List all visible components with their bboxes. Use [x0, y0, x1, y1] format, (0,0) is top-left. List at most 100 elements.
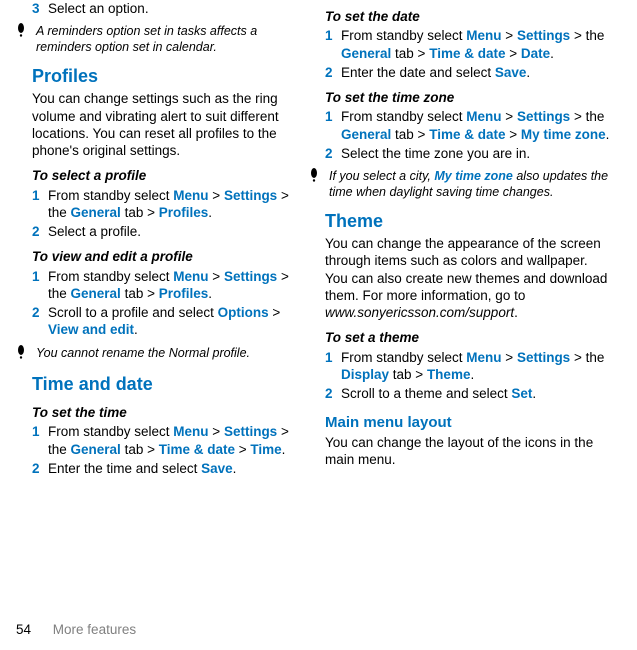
- step-text: Scroll to a theme and select Set.: [341, 385, 610, 402]
- settings-link: Settings: [224, 188, 277, 203]
- text: > the: [570, 350, 604, 365]
- step-text: Enter the date and select Save.: [341, 64, 610, 81]
- text: From standby select: [341, 109, 466, 124]
- settings-link: Settings: [517, 28, 570, 43]
- note-normal-profile: You cannot rename the Normal profile.: [16, 345, 301, 363]
- text: From standby select: [341, 28, 466, 43]
- url-text: www.sonyericsson.com/support: [325, 305, 514, 320]
- text: > the: [570, 109, 604, 124]
- step-number: 1: [32, 268, 48, 303]
- menu-link: Menu: [466, 109, 501, 124]
- step-ve-2: 2 Scroll to a profile and select Options…: [16, 304, 301, 339]
- heading-profiles: Profiles: [16, 65, 301, 88]
- text: tab >: [121, 205, 159, 220]
- heading-select-profile: To select a profile: [16, 167, 301, 184]
- heading-view-edit-profile: To view and edit a profile: [16, 248, 301, 265]
- text: From standby select: [48, 188, 173, 203]
- text: >: [502, 28, 517, 43]
- step-3: 3 Select an option.: [16, 0, 301, 17]
- text: >: [505, 46, 520, 61]
- heading-set-date: To set the date: [325, 8, 610, 25]
- step-sd-1: 1 From standby select Menu > Settings > …: [325, 27, 610, 62]
- step-text: Select the time zone you are in.: [341, 145, 610, 162]
- text: From standby select: [48, 424, 173, 439]
- step-st-2: 2 Enter the time and select Save.: [16, 460, 301, 477]
- general-link: General: [341, 46, 391, 61]
- save-link: Save: [495, 65, 527, 80]
- text: From standby select: [341, 350, 466, 365]
- step-sth-1: 1 From standby select Menu > Settings > …: [325, 349, 610, 384]
- text: You can change the appearance of the scr…: [325, 236, 607, 303]
- step-number: 1: [32, 187, 48, 222]
- step-tz-1: 1 From standby select Menu > Settings > …: [325, 108, 610, 143]
- step-tz-2: 2 Select the time zone you are in.: [325, 145, 610, 162]
- text: .: [282, 442, 286, 457]
- theme-link: Theme: [427, 367, 471, 382]
- text: >: [502, 109, 517, 124]
- step-text: From standby select Menu > Settings > th…: [48, 187, 301, 222]
- profiles-paragraph: You can change settings such as the ring…: [16, 90, 301, 159]
- text: .: [606, 127, 610, 142]
- timedate-link: Time & date: [429, 46, 505, 61]
- text: .: [470, 367, 474, 382]
- text: .: [550, 46, 554, 61]
- info-icon: [16, 23, 36, 55]
- text: >: [502, 350, 517, 365]
- text: tab >: [391, 46, 429, 61]
- note-timezone: If you select a city, My time zone also …: [309, 168, 610, 200]
- settings-link: Settings: [224, 269, 277, 284]
- step-number: 1: [325, 27, 341, 62]
- step-number: 3: [32, 0, 48, 17]
- mytimezone-link: My time zone: [434, 169, 513, 183]
- text: From standby select: [48, 269, 173, 284]
- step-number: 1: [325, 349, 341, 384]
- note-text: A reminders option set in tasks affects …: [36, 23, 301, 55]
- heading-theme: Theme: [325, 210, 610, 233]
- view-edit-link: View and edit: [48, 322, 134, 337]
- step-text: From standby select Menu > Settings > th…: [341, 349, 610, 384]
- text: If you select a city,: [329, 169, 434, 183]
- info-icon: [16, 345, 36, 363]
- info-icon: [309, 168, 329, 200]
- profiles-link: Profiles: [159, 286, 209, 301]
- right-column: To set the date 1 From standby select Me…: [325, 0, 610, 479]
- profiles-link: Profiles: [159, 205, 209, 220]
- step-number: 1: [32, 423, 48, 458]
- save-link: Save: [201, 461, 233, 476]
- heading-set-time: To set the time: [16, 404, 301, 421]
- general-link: General: [71, 442, 121, 457]
- text: .: [134, 322, 138, 337]
- step-text: From standby select Menu > Settings > th…: [341, 27, 610, 62]
- general-link: General: [341, 127, 391, 142]
- options-link: Options: [218, 305, 269, 320]
- text: .: [233, 461, 237, 476]
- text: >: [209, 188, 224, 203]
- time-link: Time: [250, 442, 281, 457]
- timedate-link: Time & date: [429, 127, 505, 142]
- text: .: [208, 286, 212, 301]
- step-sp-2: 2 Select a profile.: [16, 223, 301, 240]
- heading-set-theme: To set a theme: [325, 329, 610, 346]
- step-sth-2: 2 Scroll to a theme and select Set.: [325, 385, 610, 402]
- mml-paragraph: You can change the layout of the icons i…: [325, 434, 610, 469]
- theme-paragraph: You can change the appearance of the scr…: [325, 235, 610, 321]
- heading-main-menu-layout: Main menu layout: [325, 413, 610, 432]
- left-column: 3 Select an option. A reminders option s…: [16, 0, 301, 479]
- text: >: [209, 424, 224, 439]
- timedate-link: Time & date: [159, 442, 235, 457]
- step-number: 2: [32, 304, 48, 339]
- mytimezone-link: My time zone: [521, 127, 606, 142]
- page-number: 54: [16, 622, 31, 637]
- step-text: From standby select Menu > Settings > th…: [341, 108, 610, 143]
- step-number: 2: [325, 145, 341, 162]
- text: .: [532, 386, 536, 401]
- text: tab >: [121, 286, 159, 301]
- step-number: 2: [325, 385, 341, 402]
- text: tab >: [391, 127, 429, 142]
- step-number: 2: [325, 64, 341, 81]
- note-reminders: A reminders option set in tasks affects …: [16, 23, 301, 55]
- date-link: Date: [521, 46, 550, 61]
- step-text: Select an option.: [48, 0, 301, 17]
- step-text: From standby select Menu > Settings > th…: [48, 268, 301, 303]
- step-ve-1: 1 From standby select Menu > Settings > …: [16, 268, 301, 303]
